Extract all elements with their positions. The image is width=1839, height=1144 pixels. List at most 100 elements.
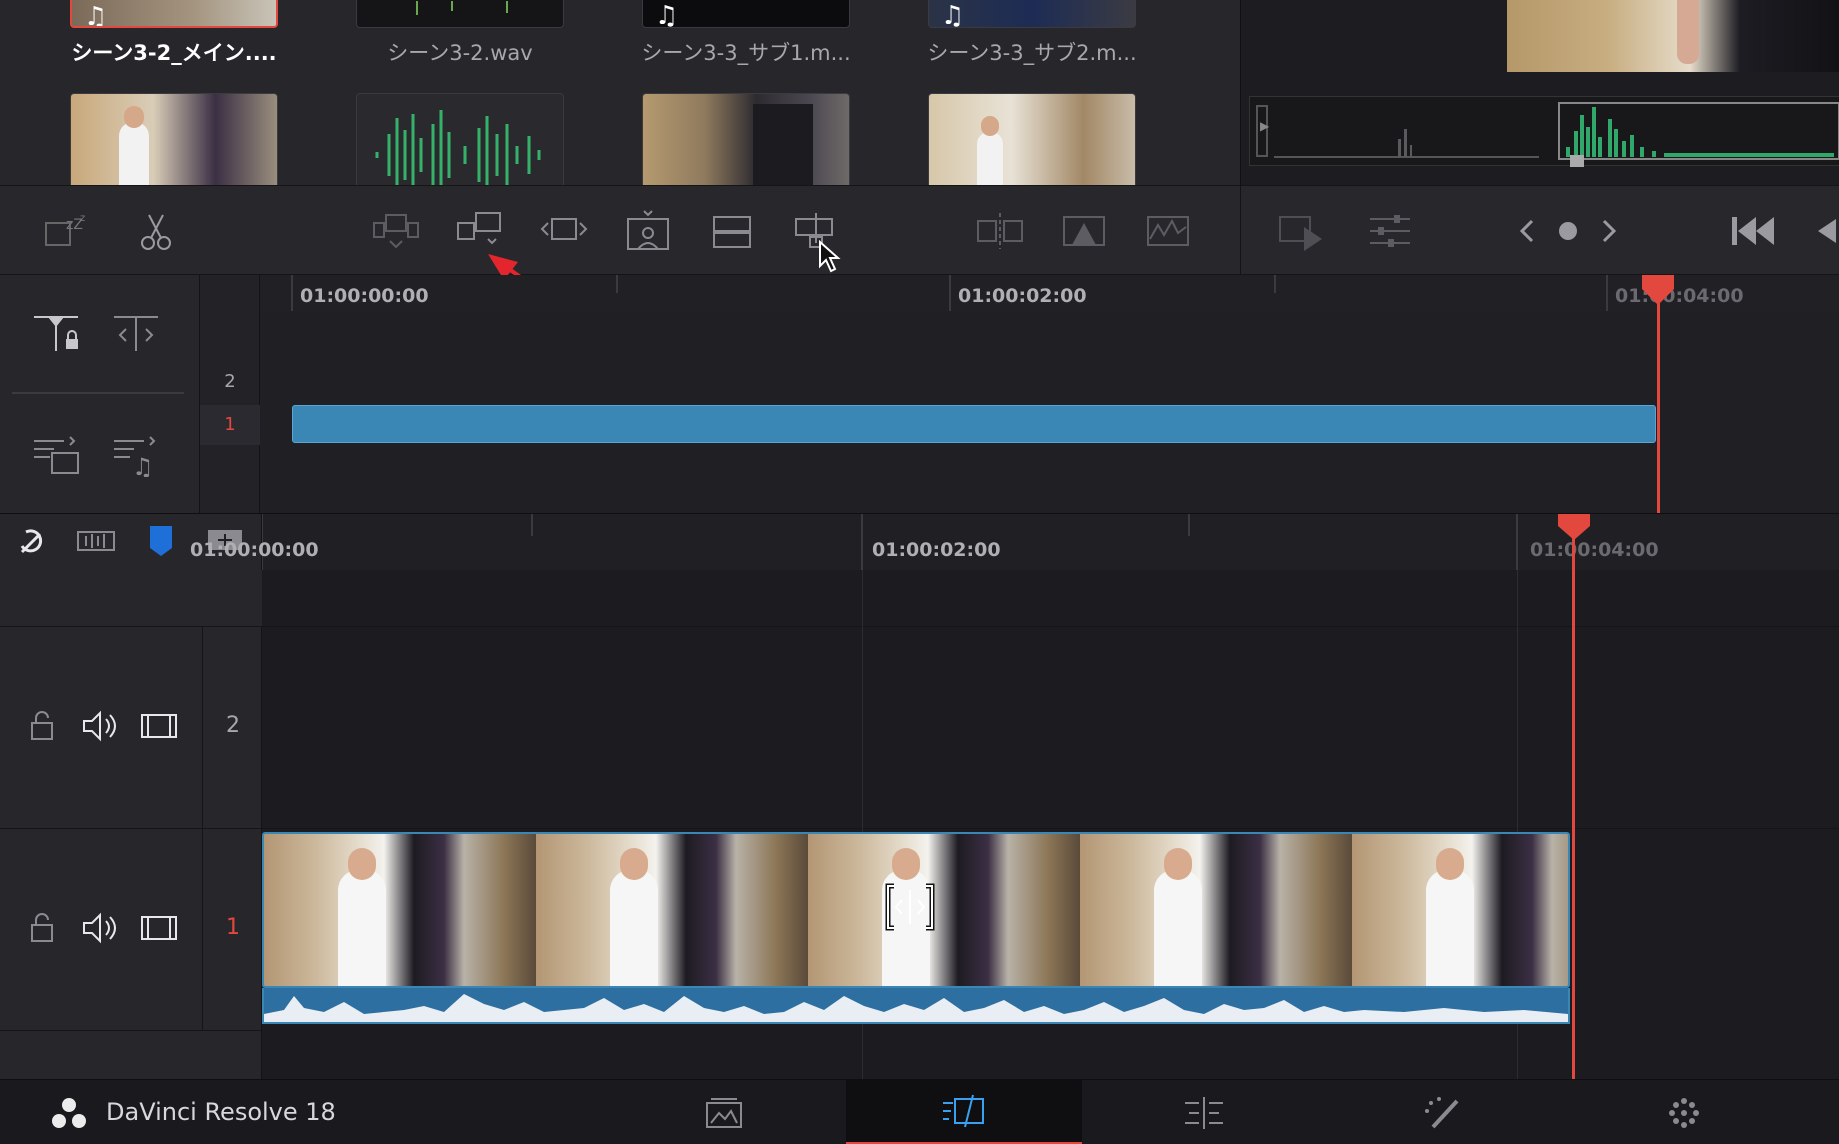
clip-thumbnail[interactable]: ♫	[70, 0, 278, 28]
cut-page-icon	[943, 1094, 984, 1128]
marker-flag-icon[interactable]	[148, 524, 174, 558]
edit-toolbar: zZ z	[0, 185, 1839, 276]
source-viewer: ▶	[1240, 0, 1839, 185]
track-header: 2	[0, 626, 262, 829]
svg-text:z: z	[80, 213, 85, 224]
append-icon[interactable]	[452, 208, 508, 254]
person-figure	[119, 122, 149, 185]
track-number[interactable]: 2	[200, 367, 260, 397]
ruler-timecode: 01:00:04:00	[1615, 285, 1744, 307]
clip-name: シーン3-3_サブ2.m...	[927, 41, 1137, 65]
person-head	[981, 116, 999, 136]
music-note-icon: ♫	[655, 1, 679, 28]
audio-waveform-icon	[264, 994, 1568, 1022]
mouse-cursor-icon	[819, 240, 841, 273]
page-cut-button[interactable]	[846, 1080, 1082, 1144]
page-fusion-button[interactable]	[1356, 1080, 1532, 1144]
person-figure	[1154, 870, 1202, 986]
person-figure	[977, 132, 1003, 185]
film-strip-icon[interactable]	[140, 711, 180, 741]
audio-fade-icon[interactable]	[1140, 208, 1196, 254]
clip-thumbnail[interactable]	[928, 93, 1136, 185]
track-header-footer	[0, 1030, 262, 1031]
page-edit-button[interactable]	[1116, 1080, 1292, 1144]
smart-insert-idle-icon[interactable]: zZ z	[40, 208, 96, 254]
app-name: DaVinci Resolve 18	[106, 1098, 336, 1126]
clip-thumbnail[interactable]: ♫	[642, 0, 850, 28]
tool-divider	[12, 392, 184, 394]
smart-insert-icon[interactable]	[368, 208, 424, 254]
clip-thumbnail[interactable]: ♫	[928, 0, 1136, 28]
video-lane-stack-icon[interactable]	[30, 433, 86, 477]
close-up-icon[interactable]	[620, 208, 676, 254]
person-figure	[610, 870, 658, 986]
playhead-marker-icon[interactable]	[1642, 275, 1674, 307]
fusion-page-icon	[1425, 1096, 1459, 1128]
person-head	[1164, 848, 1192, 880]
audio-scrub-strip[interactable]: ▶	[1249, 96, 1839, 167]
svg-text:♫: ♫	[132, 453, 154, 477]
playhead-marker-icon[interactable]	[1558, 514, 1590, 542]
ruler-timecode: 01:00:00:00	[190, 539, 319, 561]
upper-timeline-tools: ♫	[0, 275, 200, 513]
trim-detail-icon[interactable]	[110, 313, 166, 357]
sliders-icon[interactable]	[1362, 208, 1418, 254]
place-on-top-icon[interactable]	[704, 208, 760, 254]
speaker-icon[interactable]	[80, 911, 120, 945]
clip-name: シーン3-2_メイン....	[71, 41, 277, 65]
audio-lane-stack-icon[interactable]: ♫	[110, 433, 166, 477]
media-pool: ♫ ♫ ♫ シーン3-2_メイン.... シーン3-2.wav シーン3-3_サ…	[0, 0, 1240, 185]
clip-thumbnail[interactable]	[642, 93, 850, 185]
film-strip-icon[interactable]	[140, 913, 180, 943]
track-number-active: 1	[226, 915, 240, 940]
slip-cursor-icon	[885, 883, 935, 931]
person-head	[124, 106, 144, 128]
timeline-video-clip[interactable]	[262, 832, 1570, 988]
toolbar-divider	[1240, 186, 1241, 276]
page-media-button[interactable]	[636, 1080, 812, 1144]
viewer-frame[interactable]	[1507, 0, 1839, 72]
chevron-right-icon[interactable]	[1580, 208, 1636, 254]
ripple-overwrite-icon[interactable]	[536, 208, 592, 254]
track-number-active[interactable]: 1	[200, 405, 260, 445]
timeline-audio-strip[interactable]	[262, 988, 1570, 1024]
play-reverse-icon[interactable]	[1810, 208, 1839, 254]
lock-icon[interactable]	[28, 709, 56, 743]
ruler-timecode: 01:00:02:00	[958, 285, 1087, 307]
clip-name: シーン3-3_サブ1.m...	[641, 41, 851, 65]
lower-timeline: 2 1 01:00:00:00 01:00:02:00 01:00:04:00	[0, 513, 1839, 1080]
clip-thumbnail[interactable]	[356, 0, 564, 28]
clip-thumbnail[interactable]	[356, 93, 564, 185]
page-color-button[interactable]	[1596, 1080, 1772, 1144]
timeline-clip-bar[interactable]	[292, 405, 1656, 443]
lock-icon[interactable]	[28, 911, 56, 945]
color-page-icon	[1669, 1097, 1699, 1128]
clip-name: シーン3-2.wav	[387, 41, 533, 65]
split-clip-icon[interactable]	[972, 208, 1028, 254]
timeline-lane-2[interactable]	[262, 626, 1839, 828]
speaker-icon[interactable]	[80, 709, 120, 743]
upper-ruler[interactable]: 01:00:00:00 01:00:02:00 01:00:04:00	[260, 275, 1839, 311]
lower-ruler[interactable]: 01:00:00:00 01:00:02:00 01:00:04:00	[190, 514, 1839, 570]
track-number-cell[interactable]: 1	[202, 829, 262, 1031]
snap-icon[interactable]	[14, 524, 50, 560]
media-page-icon	[706, 1097, 742, 1128]
linked-selection-icon[interactable]	[76, 526, 116, 556]
lock-playhead-icon[interactable]	[30, 313, 86, 357]
track-number-cell[interactable]: 2	[202, 627, 262, 829]
transition-icon[interactable]	[1056, 208, 1112, 254]
preview-play-icon[interactable]	[1274, 208, 1330, 254]
clip-thumbnail[interactable]	[70, 93, 278, 185]
playhead-line	[1657, 275, 1660, 513]
go-to-start-icon[interactable]	[1726, 208, 1782, 254]
person-figure	[1426, 870, 1474, 986]
person-head	[892, 848, 920, 880]
ruler-timecode: 01:00:02:00	[872, 539, 1001, 561]
play-arrow-icon: ▶	[1260, 119, 1270, 133]
scissors-icon[interactable]	[128, 208, 184, 254]
music-note-icon: ♫	[941, 1, 965, 28]
audio-waveform-icon	[416, 1, 508, 15]
davinci-logo-icon	[52, 1098, 86, 1128]
viewer-hand	[1677, 0, 1699, 64]
scrub-position-handle[interactable]	[1570, 155, 1584, 167]
